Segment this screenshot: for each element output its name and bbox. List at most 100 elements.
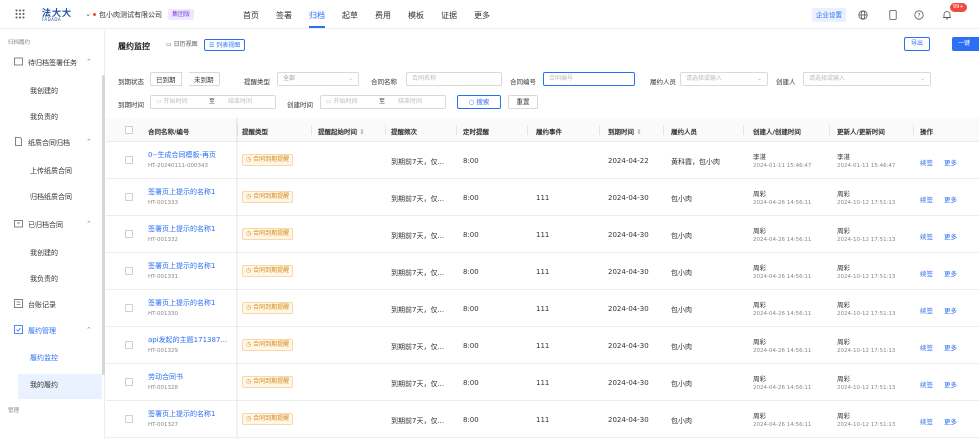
contract-name-input[interactable]: 合同名称 <box>406 72 502 86</box>
chevron-up-icon[interactable]: ⌃ <box>86 220 92 228</box>
sidebar-item-archived-responsible[interactable]: 我负责的 <box>30 274 58 284</box>
timed-reminder: 8:00 <box>463 342 479 350</box>
more-link[interactable]: 更多 <box>944 305 957 315</box>
sidebar-group-performance[interactable]: 履约管理 <box>14 325 56 336</box>
person-select[interactable]: 请选择或输入 ⌄ <box>680 72 768 86</box>
sidebar-group-archived[interactable]: 已归档合同 <box>14 220 63 230</box>
reminder-frequency: 到期前7天，仅... <box>391 195 445 203</box>
more-link[interactable]: 更多 <box>944 157 957 167</box>
col-due-time[interactable]: 到期时间 ⇕ <box>608 126 642 136</box>
due-status-not-expired[interactable]: 未到期 <box>189 72 220 86</box>
table-row[interactable]: 签署页上提示的名称1 HT-001332 ◷ 合同到期提醒 到期前7天，仅... 8:0… <box>106 216 979 253</box>
due-status-expired[interactable]: 已到期 <box>150 72 182 86</box>
reminder-type-text: 合同到期提醒 <box>253 193 290 200</box>
sidebar-item-my-performance[interactable]: 我的履约 <box>30 380 58 390</box>
batch-button[interactable]: 一键 <box>952 37 979 51</box>
updater-name: 周彩 <box>837 375 850 383</box>
chevron-down-icon[interactable]: ⌄ <box>84 10 92 18</box>
created-time-range[interactable]: ▭ 开始时间 至 结束时间 <box>320 95 446 109</box>
mobile-icon[interactable] <box>887 9 898 20</box>
renew-link[interactable]: 续签 <box>920 379 933 389</box>
company-switcher[interactable]: 包小肉测试有限公司 <box>99 10 162 20</box>
table-row[interactable]: api发起的主题171387... HT-001329 ◷ 合同到期提醒 到期前7天，… <box>106 327 979 364</box>
sidebar-scrollbar[interactable] <box>102 75 105 375</box>
contract-name-link[interactable]: 劳动合同书 <box>148 372 183 382</box>
performance-person: 包小肉 <box>671 232 692 240</box>
chevron-up-icon[interactable]: ⌃ <box>86 58 92 66</box>
contract-no-input[interactable]: 合同编号 <box>543 72 635 86</box>
enterprise-settings-button[interactable]: 企业设置 <box>812 8 846 22</box>
table-row[interactable]: 签署页上提示的名称1 HT-001330 ◷ 合同到期提醒 到期前7天，仅... 8:0… <box>106 290 979 327</box>
nav-home[interactable]: 首页 <box>243 10 259 21</box>
nav-archive[interactable]: 归档 <box>309 10 325 21</box>
row-checkbox[interactable] <box>125 378 133 386</box>
contract-name-link[interactable]: 签署页上提示的名称1 <box>148 224 215 234</box>
nav-sign[interactable]: 签署 <box>276 10 292 21</box>
sidebar-group-pending[interactable]: 待归档签署任务 <box>14 57 77 68</box>
row-checkbox[interactable] <box>125 341 133 349</box>
renew-link[interactable]: 续签 <box>920 231 933 241</box>
renew-link[interactable]: 续签 <box>920 194 933 204</box>
table-row[interactable]: 劳动合同书 HT-001328 ◷ 合同到期提醒 到期前7天，仅... 8:00 111 2… <box>106 364 979 401</box>
col-reminder-start[interactable]: 提醒起始时间 ⇕ <box>318 126 365 136</box>
renew-link[interactable]: 续签 <box>920 342 933 352</box>
nav-draft[interactable]: 起草 <box>342 10 358 21</box>
sidebar-item-responsible[interactable]: 我负责的 <box>30 112 58 122</box>
reset-button[interactable]: 重置 <box>508 95 538 109</box>
nav-evidence[interactable]: 证据 <box>441 10 457 21</box>
more-link[interactable]: 更多 <box>944 231 957 241</box>
chevron-up-icon[interactable]: ⌃ <box>86 138 92 146</box>
renew-link[interactable]: 续签 <box>920 268 933 278</box>
renew-link[interactable]: 续签 <box>920 416 933 426</box>
due-time-label: 到期时间 <box>118 101 144 109</box>
row-checkbox[interactable] <box>125 156 133 164</box>
sidebar-item-created-by-me[interactable]: 我创建的 <box>30 86 58 96</box>
select-all-checkbox[interactable] <box>125 126 133 134</box>
nav-fees[interactable]: 费用 <box>375 10 391 21</box>
more-link[interactable]: 更多 <box>944 268 957 278</box>
row-checkbox[interactable] <box>125 267 133 275</box>
more-link[interactable]: 更多 <box>944 194 957 204</box>
nav-more[interactable]: 更多 <box>474 10 490 21</box>
sidebar-item-archive-paper[interactable]: 归档纸质合同 <box>30 192 72 202</box>
more-link[interactable]: 更多 <box>944 379 957 389</box>
globe-icon[interactable] <box>857 9 868 20</box>
person-label: 履约人员 <box>650 78 676 86</box>
table-row[interactable]: 签署页上提示的名称1 HT-001333 ◷ 合同到期提醒 到期前7天，仅... 8:0… <box>106 179 979 216</box>
contract-name-link[interactable]: 签署页上提示的名称1 <box>148 261 215 271</box>
contract-code: HT-001327 <box>148 422 178 428</box>
row-checkbox[interactable] <box>125 304 133 312</box>
renew-link[interactable]: 续签 <box>920 305 933 315</box>
renew-link[interactable]: 续签 <box>920 157 933 167</box>
help-icon[interactable]: ? <box>913 9 924 20</box>
more-link[interactable]: 更多 <box>944 416 957 426</box>
table-row[interactable]: 0--生成合同模板-再页 HT-20240111-000343 ◷ 合同到期提醒 到期… <box>106 142 979 179</box>
row-checkbox[interactable] <box>125 415 133 423</box>
sidebar-item-performance-monitor[interactable]: 履约监控 <box>30 353 58 363</box>
table-row[interactable]: 签署页上提示的名称1 HT-001327 ◷ 合同到期提醒 到期前7天，仅... 8:0… <box>106 401 979 438</box>
sidebar-item-ledger[interactable]: 台账记录 <box>14 299 56 310</box>
contract-name-link[interactable]: 0--生成合同模板-再页 <box>148 150 216 160</box>
chevron-up-icon[interactable]: ⌃ <box>86 326 92 334</box>
contract-name-link[interactable]: 签署页上提示的名称1 <box>148 298 215 308</box>
sidebar-item-archived-created[interactable]: 我创建的 <box>30 248 58 258</box>
timed-reminder: 8:00 <box>463 268 479 276</box>
search-button[interactable]: ○ 搜索 <box>457 95 501 109</box>
due-time-range[interactable]: ▭ 开始时间 至 结束时间 <box>150 95 276 109</box>
app-grid-icon[interactable] <box>14 8 26 20</box>
creator-select[interactable]: 请选择或输入 ⌄ <box>803 72 931 86</box>
calendar-view-button[interactable]: ▭ 日历视图 <box>162 39 202 51</box>
reminder-type-select[interactable]: 全部 ⌄ <box>277 72 359 86</box>
contract-name-link[interactable]: api发起的主题171387... <box>148 335 227 345</box>
contract-name-link[interactable]: 签署页上提示的名称1 <box>148 409 215 419</box>
nav-templates[interactable]: 模板 <box>408 10 424 21</box>
sidebar-group-paper[interactable]: 纸质合同归档 <box>14 137 70 148</box>
list-view-button[interactable]: ☰ 列表视图 <box>204 39 246 51</box>
sidebar-item-upload-paper[interactable]: 上传纸质合同 <box>30 166 72 176</box>
row-checkbox[interactable] <box>125 230 133 238</box>
row-checkbox[interactable] <box>125 193 133 201</box>
more-link[interactable]: 更多 <box>944 342 957 352</box>
export-button[interactable]: 导出 <box>904 37 930 51</box>
table-row[interactable]: 签署页上提示的名称1 HT-001331 ◷ 合同到期提醒 到期前7天，仅... 8:0… <box>106 253 979 290</box>
contract-name-link[interactable]: 签署页上提示的名称1 <box>148 187 215 197</box>
